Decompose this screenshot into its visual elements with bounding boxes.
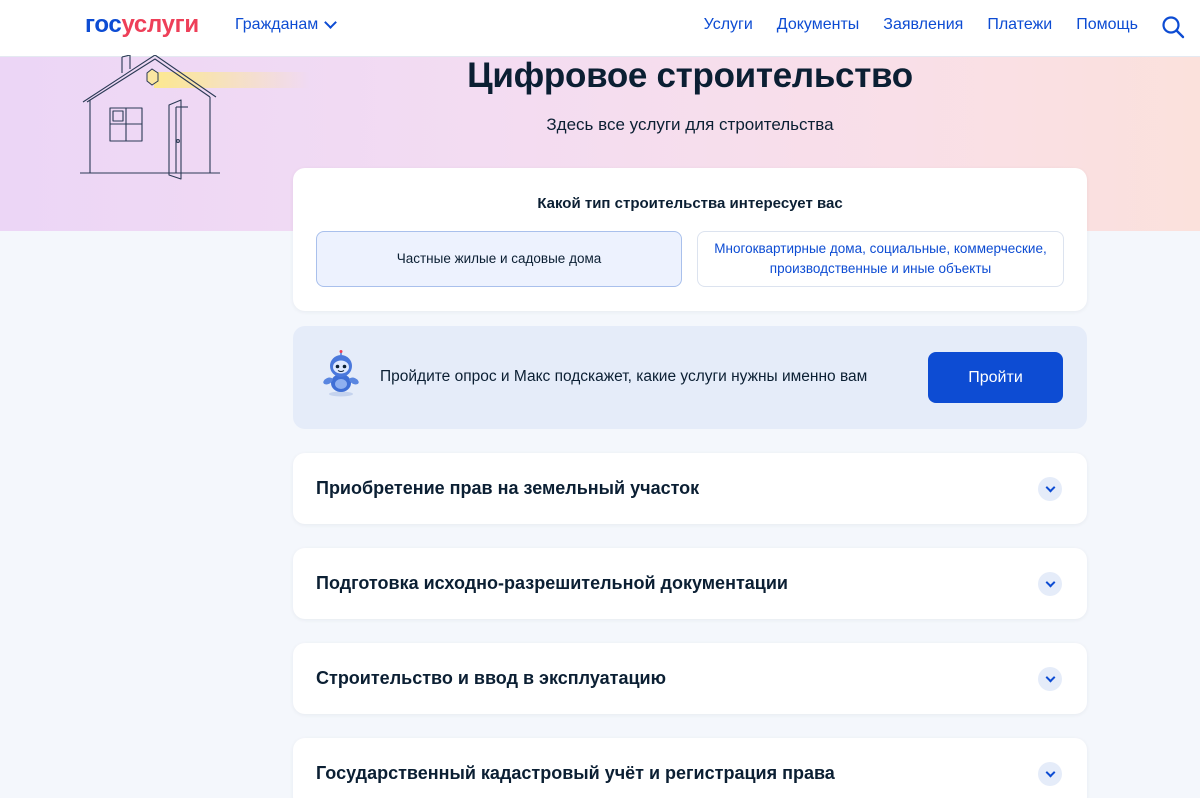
gosuslugi-logo[interactable]: госуслуги [85,11,199,39]
accordion-cadastral-registration[interactable]: Государственный кадастровый учёт и регис… [293,738,1087,798]
page-title: Цифровое строительство [467,56,913,95]
main-nav: Услуги Документы Заявления Платежи Помощ… [704,16,1138,34]
accordion-label: Подготовка исходно-разрешительной докуме… [316,573,788,593]
quiz-banner: Пройдите опрос и Макс подскажет, какие у… [293,326,1087,429]
accordion-construction-commissioning[interactable]: Строительство и ввод в эксплуатацию [293,643,1087,714]
audience-label: Гражданам [235,16,319,33]
search-icon[interactable] [1161,15,1185,39]
page-subtitle: Здесь все услуги для строительства [546,115,834,134]
chevron-down-icon[interactable] [1038,572,1062,596]
site-header: госуслуги Гражданам Услуги Документы Зая… [0,0,1200,57]
nav-item-documents[interactable]: Документы [777,16,859,34]
quiz-text: Пройдите опрос и Макс подскажет, какие у… [380,368,868,385]
accordion-permit-documentation[interactable]: Подготовка исходно-разрешительной докуме… [293,548,1087,619]
nav-item-services[interactable]: Услуги [704,16,753,34]
accordion-label: Строительство и ввод в эксплуатацию [316,668,666,688]
logo-part-uslugi: услуги [121,11,199,38]
nav-item-payments[interactable]: Платежи [987,16,1052,34]
option-apartment-buildings[interactable]: Многоквартирные дома, социальные, коммер… [697,231,1064,287]
option-label: Частные жилые и садовые дома [396,251,602,266]
nav-item-applications[interactable]: Заявления [883,16,963,34]
robot-assistant-icon [323,350,359,397]
option-label: Многоквартирные дома, социальные, коммер… [714,241,1047,276]
chevron-down-icon[interactable] [1038,762,1062,786]
audience-dropdown[interactable]: Гражданам [235,16,338,34]
construction-type-question: Какой тип строительства интересует вас [537,195,843,212]
option-private-houses[interactable]: Частные жилые и садовые дома [316,231,682,287]
chevron-down-icon[interactable] [1038,477,1062,501]
accordion-land-rights[interactable]: Приобретение прав на земельный участок [293,453,1087,524]
construction-type-card: Какой тип строительства интересует вас Ч… [293,168,1087,311]
accordion-label: Приобретение прав на земельный участок [316,478,700,498]
nav-item-help[interactable]: Помощь [1076,16,1138,34]
accordion-label: Государственный кадастровый учёт и регис… [316,763,835,783]
chevron-down-icon [324,16,338,29]
start-quiz-button[interactable]: Пройти [928,352,1063,403]
logo-part-gos: гос [85,11,122,38]
chevron-down-icon[interactable] [1038,667,1062,691]
